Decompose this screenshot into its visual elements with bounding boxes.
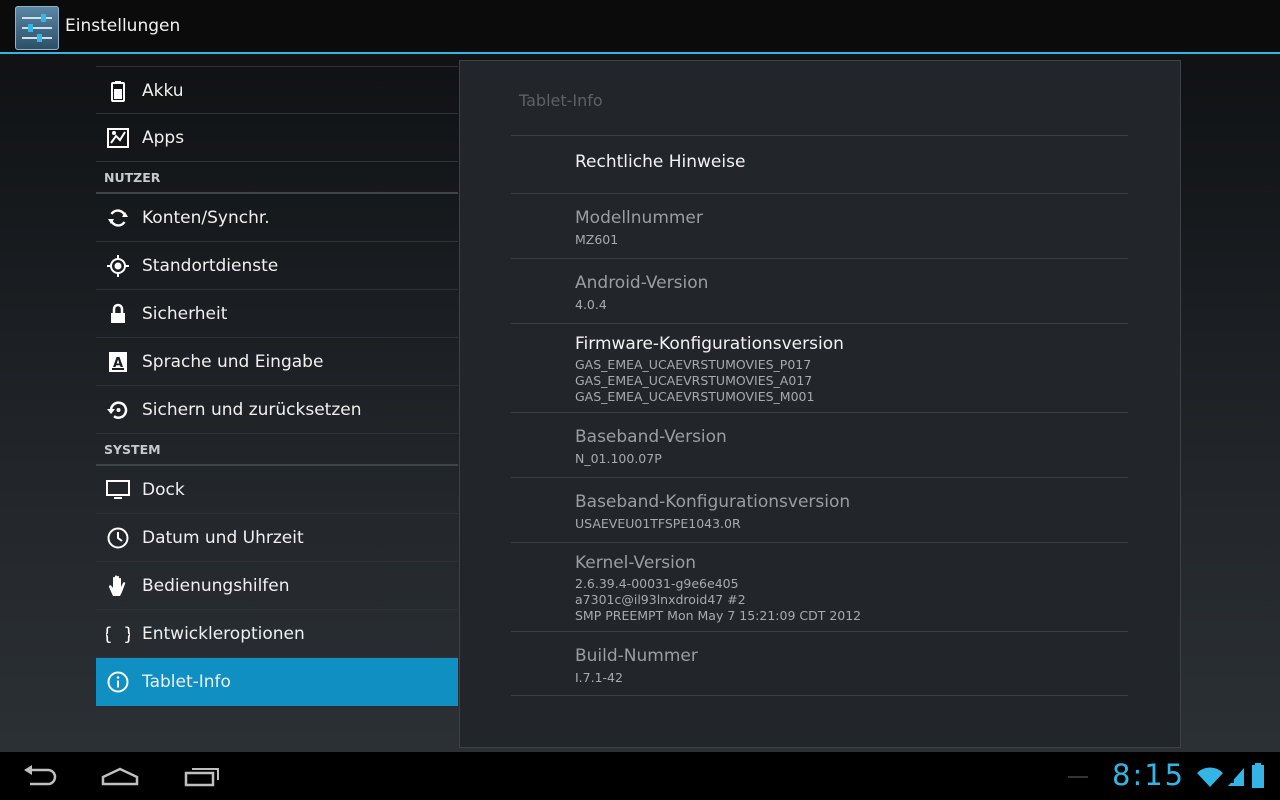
info-icon (106, 670, 130, 694)
back-icon[interactable] (18, 762, 62, 790)
pref-title: Build-Nummer (575, 646, 698, 666)
pref-value: MZ601 (575, 232, 619, 247)
sidebar-item-label: Sprache und Eingabe (142, 352, 324, 372)
preference-list: Rechtliche Hinweise Modellnummer MZ601 A… (511, 135, 1128, 696)
pref-value-line: GAS_EMEA_UCAEVRSTUMOVIES_A017 (575, 373, 813, 388)
notification-dash (1068, 776, 1088, 778)
braces-icon: { } (102, 622, 135, 646)
pref-title: Modellnummer (575, 208, 703, 228)
sidebar-item-developer[interactable]: { } Entwickleroptionen (96, 610, 458, 658)
battery-icon (106, 79, 130, 103)
pref-title: Rechtliche Hinweise (575, 152, 746, 172)
section-header-system: SYSTEM (96, 434, 458, 466)
navigation-bar: 8:15 (0, 752, 1280, 800)
sidebar-item-security[interactable]: Sicherheit (96, 290, 458, 338)
hand-icon (106, 574, 130, 598)
sidebar-item-label: Entwickleroptionen (142, 624, 305, 644)
pref-value: 4.0.4 (575, 297, 607, 312)
backup-icon (106, 398, 130, 422)
pref-value-line: GAS_EMEA_UCAEVRSTUMOVIES_P017 (575, 357, 812, 372)
pref-title: Kernel-Version (575, 553, 697, 573)
clock-icon (106, 526, 130, 550)
pref-build-number[interactable]: Build-Nummer I.7.1-42 (511, 631, 1128, 696)
sidebar-item-label: Bedienungshilfen (142, 576, 290, 596)
pref-title: Baseband-Konfigurationsversion (575, 492, 851, 512)
sidebar-item-label: Apps (142, 128, 185, 148)
sidebar-item-label: Dock (142, 480, 185, 500)
pref-baseband-config: Baseband-Konfigurationsversion USAEVEU01… (511, 477, 1128, 542)
sidebar-item-datetime[interactable]: Datum und Uhrzeit (96, 514, 458, 562)
sidebar-item-label: Konten/Synchr. (142, 208, 270, 228)
detail-panel: Tablet-Info Rechtliche Hinweise Modellnu… (459, 60, 1181, 748)
pref-baseband-version: Baseband-Version N_01.100.07P (511, 412, 1128, 477)
sidebar-item-accessibility[interactable]: Bedienungshilfen (96, 562, 458, 610)
pref-kernel-version: Kernel-Version 2.6.39.4-00031-g9e6e405 a… (511, 542, 1128, 631)
sidebar-item-label: Standortdienste (142, 256, 279, 276)
screen: Einstellungen Akku Apps NUTZER Konten/Sy… (0, 0, 1280, 800)
settings-sliders-icon[interactable] (15, 6, 59, 50)
svg-text:{ }: { } (106, 624, 130, 645)
pref-legal-notices[interactable]: Rechtliche Hinweise (511, 135, 1128, 193)
dock-icon (106, 478, 130, 502)
pref-model-number: Modellnummer MZ601 (511, 193, 1128, 258)
battery-status-icon (1250, 762, 1266, 790)
sidebar-item-label: Sicherheit (142, 304, 228, 324)
sidebar-item-akku[interactable]: Akku (96, 66, 458, 114)
pref-value-line: GAS_EMEA_UCAEVRSTUMOVIES_M001 (575, 389, 815, 404)
status-clock[interactable]: 8:15 (1112, 758, 1185, 792)
pref-value-line: SMP PREEMPT Mon May 7 15:21:09 CDT 2012 (575, 608, 862, 623)
pref-value: N_01.100.07P (575, 451, 662, 466)
sidebar-item-backup[interactable]: Sichern und zurücksetzen (96, 386, 458, 434)
sidebar-item-tablet-info[interactable]: Tablet-Info (96, 658, 458, 706)
sidebar-item-apps[interactable]: Apps (96, 114, 458, 162)
action-bar: Einstellungen (0, 0, 1280, 54)
pref-value: I.7.1-42 (575, 670, 623, 685)
pref-firmware-config: Firmware-Konfigurationsversion GAS_EMEA_… (511, 323, 1128, 412)
pref-value-line: a7301c@il93lnxdroid47 #2 (575, 592, 746, 607)
sidebar-item-label: Tablet-Info (142, 672, 231, 692)
sidebar-item-accounts[interactable]: Konten/Synchr. (96, 194, 458, 242)
sidebar-item-label: Akku (142, 81, 184, 101)
recents-icon[interactable] (180, 762, 224, 790)
sidebar-item-location[interactable]: Standortdienste (96, 242, 458, 290)
section-header-label: NUTZER (104, 170, 161, 185)
lock-icon (106, 302, 130, 326)
sidebar-item-label: Sichern und zurücksetzen (142, 400, 362, 420)
sidebar-item-label: Datum und Uhrzeit (142, 528, 304, 548)
pref-title: Baseband-Version (575, 427, 727, 447)
pref-title: Android-Version (575, 273, 709, 293)
pref-value-line: 2.6.39.4-00031-g9e6e405 (575, 576, 739, 591)
home-icon[interactable] (98, 762, 142, 790)
pref-android-version[interactable]: Android-Version 4.0.4 (511, 258, 1128, 323)
wifi-icon (1196, 764, 1224, 788)
sidebar-item-dock[interactable]: Dock (96, 466, 458, 514)
sidebar-item-language[interactable]: A Sprache und Eingabe (96, 338, 458, 386)
language-icon: A (106, 350, 130, 374)
signal-icon (1226, 764, 1246, 788)
section-header-user: NUTZER (96, 162, 458, 194)
panel-title: Tablet-Info (519, 91, 603, 110)
location-icon (106, 254, 130, 278)
section-header-label: SYSTEM (104, 442, 161, 457)
app-title: Einstellungen (65, 16, 181, 36)
settings-list: Akku Apps NUTZER Konten/Synchr. Standort… (96, 66, 458, 706)
sync-icon (106, 206, 130, 230)
pref-value: USAEVEU01TFSPE1043.0R (575, 516, 741, 531)
apps-icon (106, 126, 130, 150)
pref-title: Firmware-Konfigurationsversion (575, 334, 844, 354)
